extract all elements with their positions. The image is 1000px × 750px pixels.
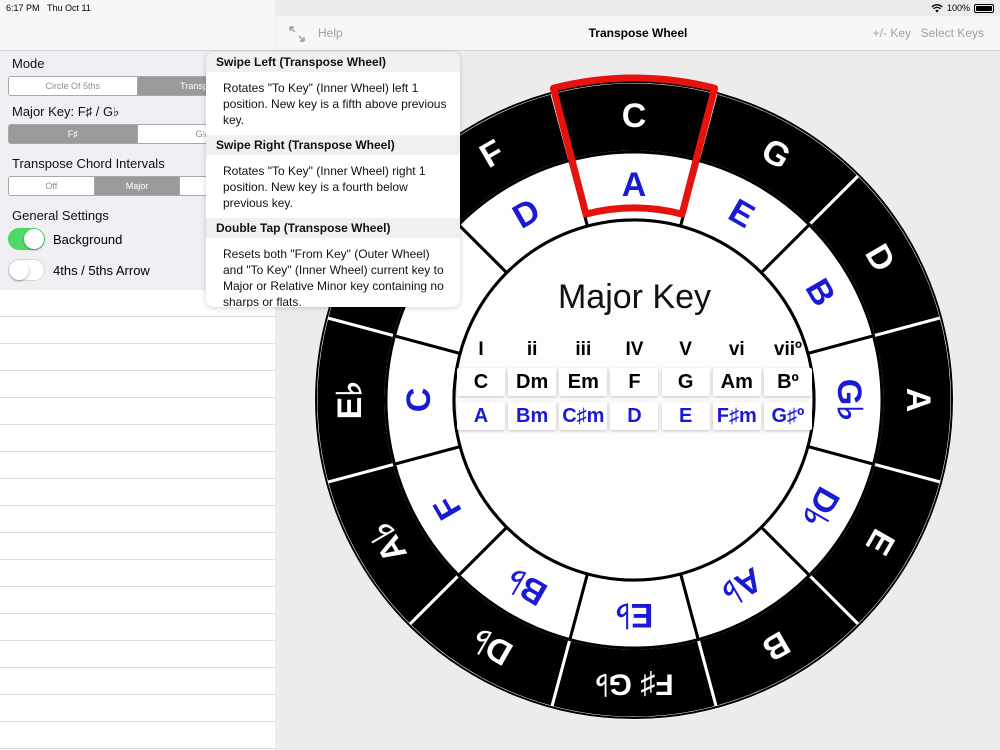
from-chord-cell[interactable]: Em xyxy=(559,368,608,396)
outer-key-label: E♭ xyxy=(331,381,369,420)
help-double-tap-title: Double Tap (Transpose Wheel) xyxy=(206,218,460,238)
battery-percent: 100% xyxy=(946,3,970,13)
mode-option-circle[interactable]: Circle Of 5ths xyxy=(9,77,138,95)
select-keys-button[interactable]: Select Keys xyxy=(921,26,984,40)
chord-grid: I ii iii IV V vi viiº C Dm Em F G Am Bº … xyxy=(457,338,812,436)
degree-cell: ii xyxy=(526,339,538,360)
arrow-setting-row: 4ths / 5ths Arrow xyxy=(8,259,150,281)
from-chord-row: C Dm Em F G Am Bº xyxy=(457,368,812,396)
key-option-sharp[interactable]: F♯ xyxy=(9,125,138,143)
sidebar-empty-list xyxy=(0,290,275,750)
interval-option-off[interactable]: Off xyxy=(9,177,95,195)
outer-key-label: A xyxy=(899,388,937,413)
mode-label: Mode xyxy=(12,56,45,71)
outer-key-label: F♯ G♭ xyxy=(594,668,673,701)
major-key-label: Major Key: F♯ / G♭ xyxy=(12,104,120,119)
nav-bar: Help Transpose Wheel +/- Key Select Keys xyxy=(276,16,1000,51)
status-bar: 6:17 PM Thu Oct 11 100% xyxy=(0,0,1000,16)
outer-key-label: C xyxy=(622,97,647,135)
inner-key-label: E♭ xyxy=(615,596,654,634)
interval-option-major[interactable]: Major xyxy=(94,177,181,195)
key-type-title: Major Key xyxy=(557,278,712,316)
background-label: Background xyxy=(53,231,123,247)
help-double-tap-body: Resets both "From Key" (Outer Wheel) and… xyxy=(223,247,444,307)
degree-cell: vi xyxy=(728,339,745,360)
to-chord-cell[interactable]: A xyxy=(457,402,505,430)
degree-cell: iii xyxy=(575,339,592,360)
degree-row: I ii iii IV V vi viiº xyxy=(457,338,812,362)
background-toggle[interactable] xyxy=(8,228,45,250)
arrow-toggle[interactable] xyxy=(8,259,45,281)
help-swipe-right-title: Swipe Right (Transpose Wheel) xyxy=(206,135,460,155)
to-chord-row: A Bm C♯m D E F♯m G♯º xyxy=(457,402,812,430)
battery-icon xyxy=(974,3,994,13)
inner-key-label: C xyxy=(400,388,438,413)
app-root: Mode Circle Of 5ths Transpose Major Key:… xyxy=(0,0,1000,750)
to-chord-cell[interactable]: G♯º xyxy=(763,402,812,430)
degree-cell: I xyxy=(478,339,484,360)
arrow-label: 4ths / 5ths Arrow xyxy=(53,262,150,278)
to-chord-cell[interactable]: F♯m xyxy=(712,402,761,430)
from-chord-cell[interactable]: Dm xyxy=(508,368,557,396)
plus-minus-key-button[interactable]: +/- Key xyxy=(873,26,911,40)
status-date: Thu Oct 11 xyxy=(47,3,91,13)
help-swipe-right-body: Rotates "To Key" (Inner Wheel) right 1 p… xyxy=(223,164,426,210)
chord-table: Major Key I ii iii IV V vi viiº C Dm Em … xyxy=(457,272,812,472)
from-chord-cell[interactable]: G xyxy=(661,368,710,396)
general-settings-label: General Settings xyxy=(12,208,109,223)
status-right: 100% xyxy=(931,0,994,16)
inner-key-label: A xyxy=(622,166,647,204)
to-chord-cell[interactable]: D xyxy=(610,402,659,430)
degree-cell: IV xyxy=(625,339,644,360)
from-chord-cell[interactable]: F xyxy=(610,368,659,396)
to-chord-cell[interactable]: C♯m xyxy=(559,402,608,430)
to-chord-cell[interactable]: Bm xyxy=(508,402,557,430)
to-chord-cell[interactable]: E xyxy=(661,402,710,430)
help-popover: Swipe Left (Transpose Wheel) Rotates "To… xyxy=(206,52,460,307)
intervals-label: Transpose Chord Intervals xyxy=(12,156,165,171)
degree-cell: V xyxy=(679,339,692,360)
help-swipe-left-title: Swipe Left (Transpose Wheel) xyxy=(206,52,460,72)
from-chord-cell[interactable]: Am xyxy=(712,368,761,396)
status-time: 6:17 PM xyxy=(6,3,40,13)
background-setting-row: Background xyxy=(8,228,122,250)
degree-cell: viiº xyxy=(773,339,802,360)
help-swipe-left-body: Rotates "To Key" (Inner Wheel) left 1 po… xyxy=(223,81,447,127)
inner-key-label: G♭ xyxy=(830,379,868,421)
from-chord-cell[interactable]: C xyxy=(457,368,505,396)
from-chord-cell[interactable]: Bº xyxy=(763,368,812,396)
wifi-icon xyxy=(931,3,943,12)
